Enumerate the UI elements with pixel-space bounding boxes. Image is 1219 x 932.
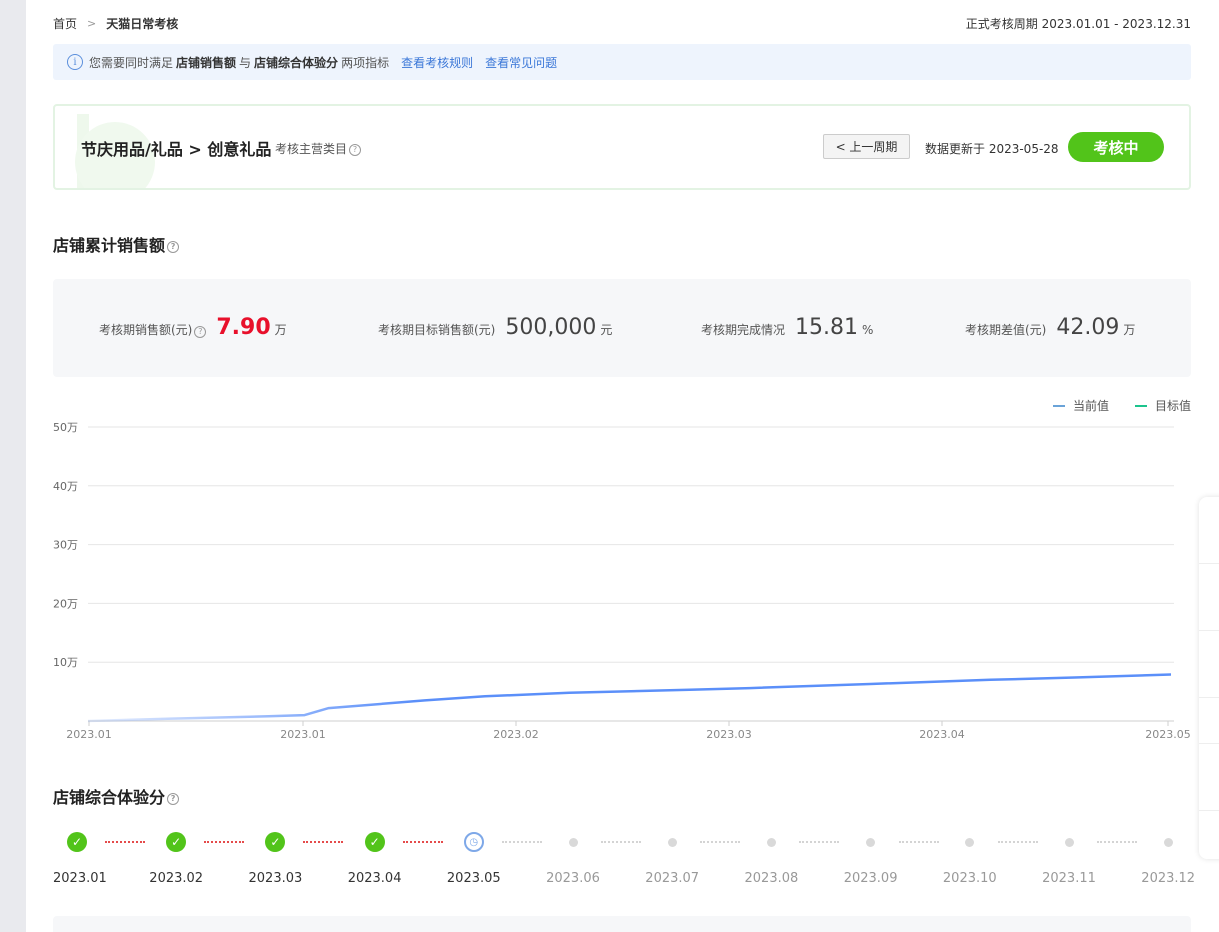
timeline-label: 2023.04 [347, 871, 402, 886]
sales-line-chart: 10万 20万 30万 40万 50万 2023.01 2023.01 2023.02 202… [53, 421, 1191, 741]
check-circle-icon: ✓ [265, 832, 286, 852]
y-tick-label: 40万 [53, 480, 78, 493]
current-value-line [87, 673, 1172, 723]
timeline-connector [799, 841, 840, 843]
experience-section-title: 店铺综合体验分? [53, 784, 180, 808]
check-circle-icon: ✓ [364, 832, 385, 852]
timeline-node-2023.10[interactable]: 2023.10 [940, 832, 1000, 886]
timeline-connector [898, 841, 939, 843]
timeline-node-2023.04[interactable]: ✓ 2023.04 [345, 832, 405, 886]
timeline-label: 2023.03 [248, 871, 303, 886]
timeline-label: 2023.02 [149, 871, 204, 886]
timeline-label: 2023.01 [53, 871, 107, 886]
timeline-node-2023.02[interactable]: ✓ 2023.02 [146, 832, 206, 886]
y-tick-label: 20万 [53, 597, 78, 610]
timeline-connector [204, 841, 245, 843]
pending-dot-icon [965, 838, 975, 847]
pending-dot-icon [866, 838, 876, 847]
timeline-connector [402, 841, 443, 843]
experience-timeline: ✓ 2023.01 ✓ 2023.02 ✓ 2023.03 ✓ 2023.04 ◷ 2023.05… [53, 832, 1195, 892]
timeline-connector [1097, 841, 1137, 843]
timeline-label: 2023.09 [843, 871, 898, 886]
side-panel-item[interactable] [1199, 564, 1219, 631]
side-panel-item[interactable] [1199, 698, 1219, 744]
help-icon[interactable]: ? [167, 792, 180, 805]
timeline-node-2023.06[interactable]: 2023.06 [543, 832, 603, 886]
timeline-label: 2023.06 [546, 871, 600, 886]
timeline-node-2023.08[interactable]: 2023.08 [741, 832, 801, 886]
check-circle-icon: ✓ [166, 832, 187, 852]
timeline-node-2023.12[interactable]: 2023.12 [1138, 832, 1198, 886]
timeline-connector [105, 841, 145, 843]
y-tick-label: 10万 [53, 656, 78, 669]
side-panel-item[interactable] [1199, 744, 1219, 811]
experience-detail-card [53, 916, 1191, 932]
timeline-node-2023.09[interactable]: 2023.09 [841, 832, 901, 886]
pending-dot-icon [766, 838, 776, 847]
timeline-label: 2023.11 [1042, 871, 1096, 886]
timeline-connector [601, 841, 641, 843]
x-tick-label: 2023.01 [280, 728, 326, 741]
clock-icon: ◷ [463, 832, 484, 852]
timeline-connector [700, 841, 741, 843]
y-tick-label: 30万 [53, 539, 78, 552]
timeline-connector [303, 841, 344, 843]
pending-dot-icon [667, 838, 677, 847]
timeline-label: 2023.05 [446, 871, 501, 886]
x-tick-label: 2023.03 [706, 728, 752, 741]
timeline-node-2023.11[interactable]: 2023.11 [1039, 832, 1099, 886]
floating-side-panel[interactable] [1199, 497, 1219, 859]
side-panel-item[interactable] [1199, 497, 1219, 564]
y-tick-label: 50万 [53, 421, 78, 434]
timeline-node-2023.01[interactable]: ✓ 2023.01 [47, 832, 107, 886]
x-tick-label: 2023.01 [66, 728, 112, 741]
timeline-connector [501, 841, 542, 843]
timeline-node-2023.05[interactable]: ◷ 2023.05 [444, 832, 504, 886]
check-circle-icon: ✓ [67, 832, 87, 852]
timeline-label: 2023.07 [645, 871, 700, 886]
timeline-label: 2023.12 [1141, 871, 1196, 886]
pending-dot-icon [1064, 838, 1074, 847]
timeline-label: 2023.10 [942, 871, 997, 886]
x-tick-label: 2023.02 [493, 728, 539, 741]
x-tick-label: 2023.04 [919, 728, 965, 741]
timeline-node-2023.03[interactable]: ✓ 2023.03 [245, 832, 305, 886]
side-panel-item[interactable] [1199, 631, 1219, 698]
pending-dot-icon [1163, 838, 1173, 847]
timeline-label: 2023.08 [744, 871, 799, 886]
pending-dot-icon [568, 838, 578, 847]
timeline-connector [997, 841, 1038, 843]
timeline-node-2023.07[interactable]: 2023.07 [642, 832, 702, 886]
x-tick-label: 2023.05 [1145, 728, 1191, 741]
